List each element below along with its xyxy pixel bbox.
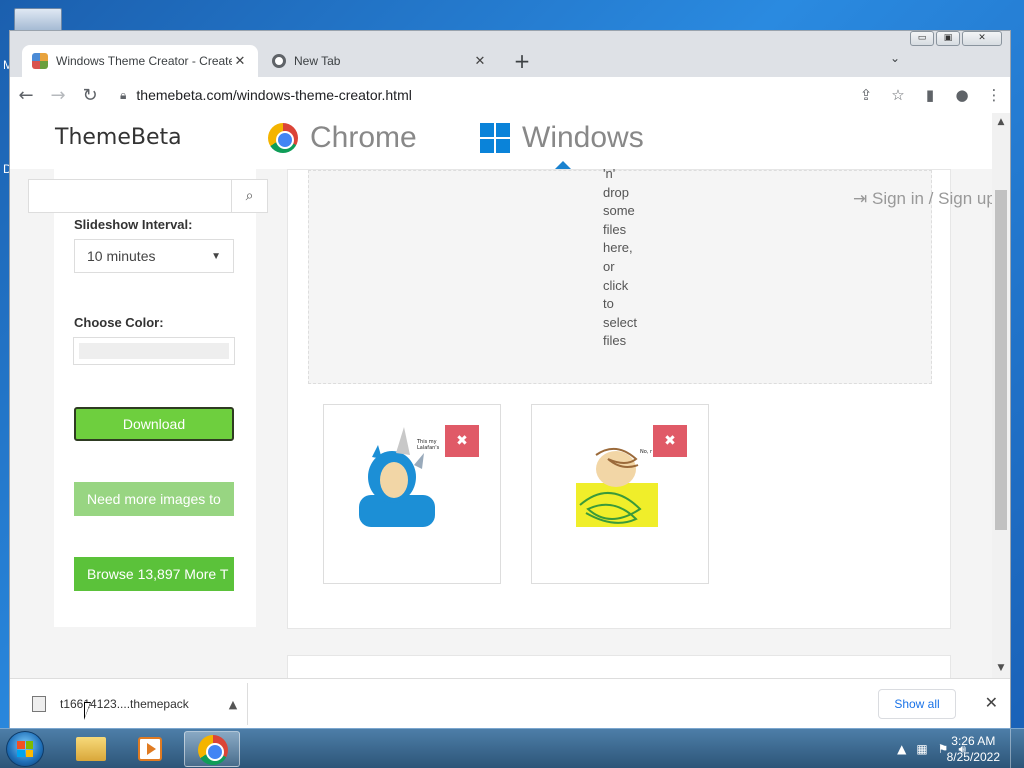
file-dropzone[interactable]: 'n' drop some files here, or click to se… bbox=[308, 166, 996, 384]
lower-content-panel bbox=[287, 655, 951, 678]
chrome-logo-icon bbox=[268, 123, 298, 153]
nav-windows-label: Windows bbox=[522, 121, 644, 154]
search-input[interactable] bbox=[29, 180, 231, 212]
menu-kebab-icon[interactable]: ⋮ bbox=[978, 86, 1010, 104]
signin-icon: ⇥ bbox=[853, 189, 868, 208]
slideshow-interval-value: 10 minutes bbox=[87, 248, 156, 264]
uploaded-image-thumbnail[interactable]: This my Lalafan's ✖ bbox=[323, 404, 501, 584]
remove-image-icon[interactable]: ✖ bbox=[445, 425, 479, 457]
network-icon[interactable]: ▦ bbox=[916, 742, 927, 756]
dropzone-line: 'n' bbox=[603, 166, 616, 181]
choose-color-label: Choose Color: bbox=[74, 315, 164, 330]
tab-new-tab[interactable]: New Tab ✕ bbox=[262, 45, 498, 77]
back-arrow-icon[interactable]: ← bbox=[10, 85, 42, 106]
reload-icon[interactable]: ↻ bbox=[74, 85, 106, 106]
tab-title: Windows Theme Creator - Create bbox=[56, 54, 232, 68]
signin-link[interactable]: ⇥ Sign in / Sign up bbox=[853, 189, 996, 209]
mouse-cursor-icon bbox=[84, 702, 91, 720]
dropzone-line: select bbox=[603, 314, 637, 330]
dropzone-line: drop bbox=[603, 184, 630, 200]
windows-logo-icon bbox=[480, 123, 510, 153]
new-tab-button[interactable]: + bbox=[510, 49, 534, 73]
tab-search-chevron-icon[interactable]: ⌄ bbox=[890, 51, 900, 65]
dropzone-line: click bbox=[603, 277, 629, 293]
tab-theme-creator[interactable]: Windows Theme Creator - Create ✕ bbox=[22, 45, 258, 77]
address-bar[interactable]: 🔒︎ themebeta.com/windows-theme-creator.h… bbox=[120, 77, 1010, 113]
close-tab-icon[interactable]: ✕ bbox=[232, 53, 248, 69]
side-panel-icon[interactable]: ▮ bbox=[914, 86, 946, 104]
settings-sidebar: ⌕ Slideshow Interval: 10 minutes ▼ Choos… bbox=[28, 169, 268, 627]
need-more-images-button[interactable]: Need more images to bbox=[74, 482, 234, 516]
scroll-down-arrow-icon[interactable]: ▼ bbox=[992, 663, 1010, 673]
browser-toolbar: ← → ↻ 🔒︎ themebeta.com/windows-theme-cre… bbox=[10, 77, 1010, 113]
nav-chrome-label: Chrome bbox=[310, 121, 417, 154]
profile-avatar-icon[interactable]: ● bbox=[946, 86, 978, 104]
active-nav-caret-icon bbox=[555, 161, 571, 169]
dropzone-line: some bbox=[603, 203, 635, 219]
tray-expand-icon[interactable]: ▲ bbox=[897, 742, 906, 756]
bookmark-star-icon[interactable]: ☆ bbox=[882, 86, 914, 104]
taskbar-file-explorer[interactable] bbox=[62, 731, 118, 767]
chrome-favicon-icon bbox=[272, 54, 286, 68]
scrollbar-thumb[interactable] bbox=[995, 190, 1007, 530]
show-desktop-button[interactable] bbox=[1010, 729, 1024, 768]
chevron-down-icon: ▼ bbox=[211, 250, 221, 262]
tab-title: New Tab bbox=[294, 54, 341, 68]
forward-arrow-icon[interactable]: → bbox=[42, 85, 74, 106]
color-swatch bbox=[79, 343, 229, 359]
site-header: ThemeBeta Chrome Windows bbox=[10, 113, 992, 169]
clock-date: 8/25/2022 bbox=[946, 750, 1000, 764]
taskbar-media-player[interactable] bbox=[122, 731, 178, 767]
color-picker-field[interactable] bbox=[73, 337, 235, 365]
folder-icon bbox=[76, 737, 106, 761]
thumbnail-caption: This my Lalafan's bbox=[417, 439, 440, 451]
system-clock[interactable]: 3:26 AM 8/25/2022 bbox=[947, 733, 1000, 765]
dropzone-line: here, bbox=[603, 240, 633, 256]
show-all-button[interactable]: Show all bbox=[878, 689, 956, 719]
dropzone-line: files bbox=[603, 221, 627, 237]
download-shelf: t16614123....themepack ▲ Show all ✕ bbox=[10, 678, 1010, 728]
tab-strip: Windows Theme Creator - Create ✕ New Tab… bbox=[10, 41, 1010, 77]
close-tab-icon[interactable]: ✕ bbox=[472, 53, 488, 69]
close-download-shelf-icon[interactable]: ✕ bbox=[985, 693, 998, 712]
search-icon[interactable]: ⌕ bbox=[231, 180, 267, 212]
image-upload-panel: 'n' drop some files here, or click to se… bbox=[287, 166, 996, 629]
remove-image-icon[interactable]: ✖ bbox=[653, 425, 687, 457]
windows-taskbar: ▲ ▦ ⚑ 🔊︎ 3:26 AM 8/25/2022 bbox=[0, 728, 1024, 768]
slideshow-interval-label: Slideshow Interval: bbox=[74, 217, 193, 232]
download-item[interactable]: t16614123....themepack ▲ bbox=[20, 683, 248, 725]
media-player-icon bbox=[138, 737, 162, 761]
page-scrollbar[interactable]: ▲ ▼ bbox=[992, 113, 1010, 678]
start-button[interactable] bbox=[6, 731, 44, 767]
share-icon[interactable]: ⇪ bbox=[850, 86, 882, 104]
dropzone-line: files bbox=[603, 333, 627, 349]
lock-icon[interactable]: 🔒︎ bbox=[120, 88, 126, 103]
url-text[interactable]: themebeta.com/windows-theme-creator.html bbox=[136, 87, 850, 103]
site-brand-logo[interactable]: ThemeBeta bbox=[55, 125, 182, 150]
nav-chrome[interactable]: Chrome bbox=[268, 121, 417, 155]
clock-time: 3:26 AM bbox=[951, 734, 996, 748]
taskbar-chrome[interactable] bbox=[184, 731, 240, 767]
download-button[interactable]: Download bbox=[74, 407, 234, 441]
dropzone-text: 'n' drop some files here, or click to se… bbox=[603, 165, 643, 351]
chevron-up-icon[interactable]: ▲ bbox=[219, 698, 247, 711]
file-icon bbox=[32, 696, 46, 712]
scroll-up-arrow-icon[interactable]: ▲ bbox=[992, 117, 1010, 127]
themebeta-favicon-icon bbox=[32, 53, 48, 69]
windows-flag-icon bbox=[17, 741, 33, 757]
chrome-icon bbox=[198, 735, 228, 765]
search-box: ⌕ bbox=[28, 179, 268, 213]
page-viewport: ThemeBeta Chrome Windows ⌕ Slideshow Int… bbox=[10, 113, 1010, 678]
dropzone-line: or bbox=[603, 258, 615, 274]
uploaded-image-thumbnail[interactable]: No, r ✖ bbox=[531, 404, 709, 584]
nav-windows[interactable]: Windows bbox=[480, 121, 644, 155]
browser-window: ▭ ▣ ✕ Windows Theme Creator - Create ✕ N… bbox=[9, 30, 1011, 728]
signin-label: Sign in / Sign up bbox=[871, 189, 996, 208]
slideshow-interval-select[interactable]: 10 minutes ▼ bbox=[74, 239, 234, 273]
browse-more-themes-button[interactable]: Browse 13,897 More T bbox=[74, 557, 234, 591]
dropzone-line: to bbox=[603, 296, 614, 312]
